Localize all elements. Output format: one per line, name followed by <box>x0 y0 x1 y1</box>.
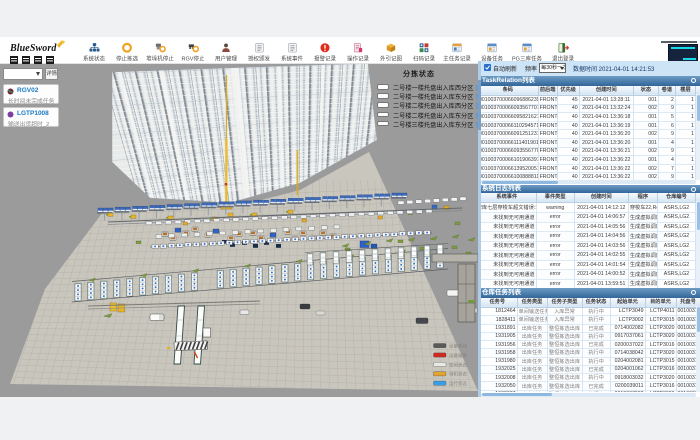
svg-text:运行状态: 运行状态 <box>449 380 467 387</box>
svg-text:设备报警: 设备报警 <box>449 352 467 359</box>
svg-text:设备离线: 设备离线 <box>449 343 467 350</box>
svg-text:待机状态: 待机状态 <box>449 371 467 378</box>
svg-text:空闲状态: 空闲状态 <box>449 361 467 368</box>
